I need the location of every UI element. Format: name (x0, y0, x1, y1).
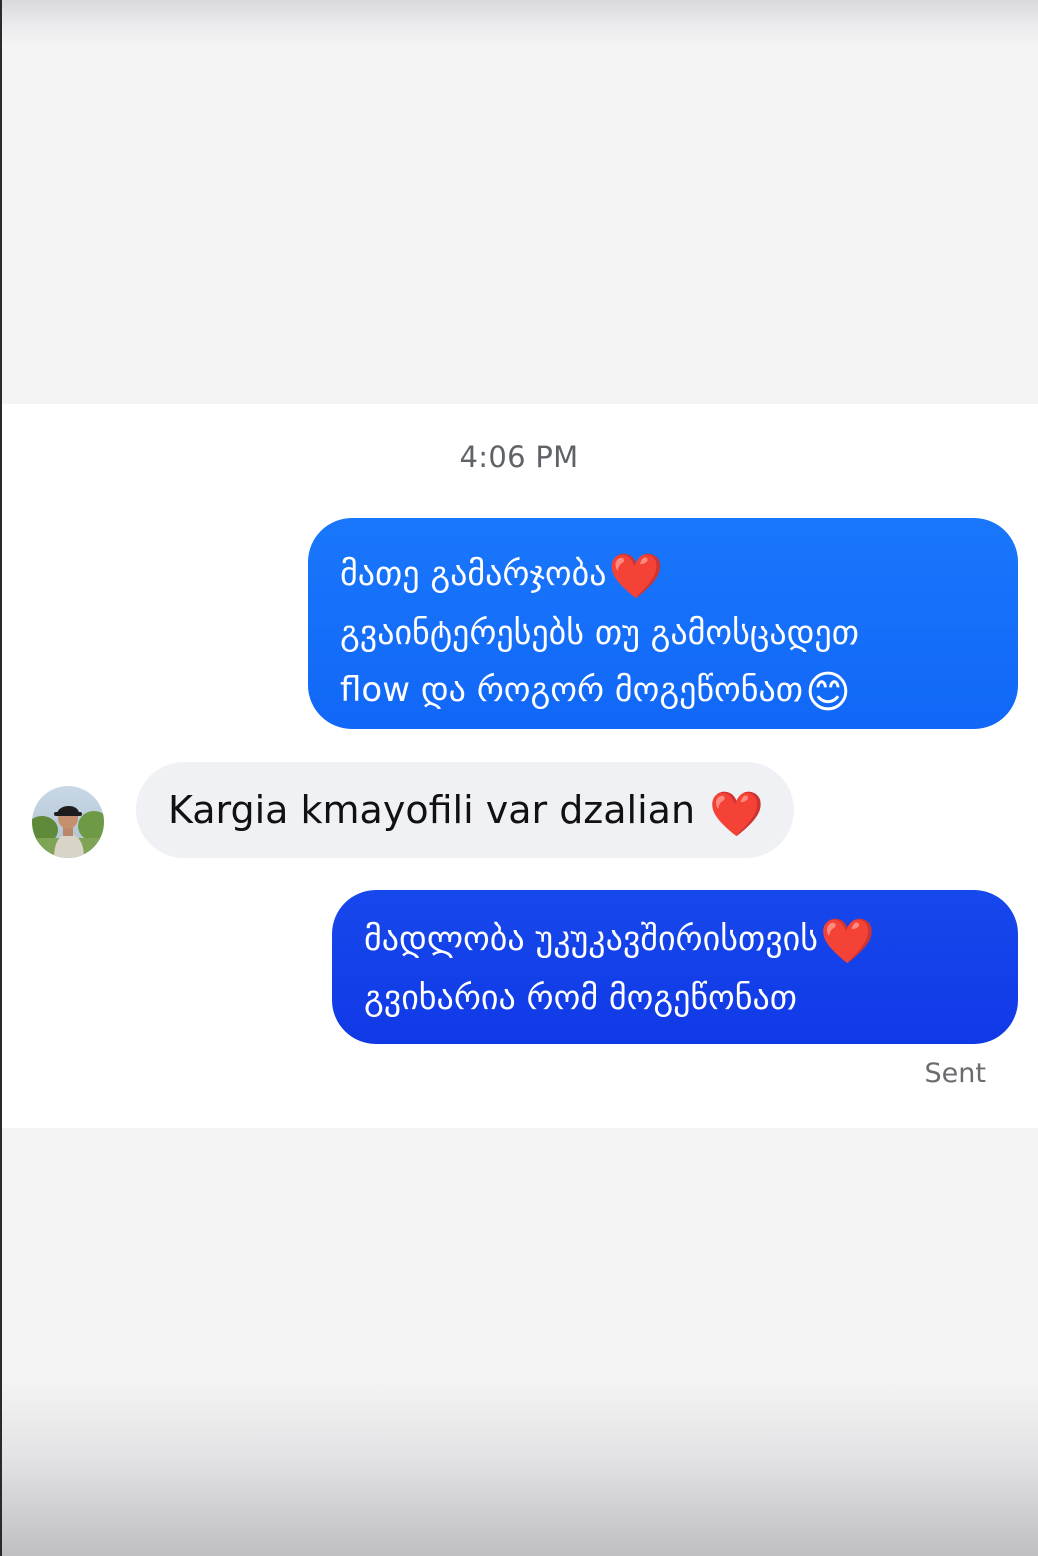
message-text: Kargia kmayofili var dzalian (168, 788, 696, 832)
message-text: მათე გამარჯობა (340, 554, 607, 594)
message-text: მადლობა უკუკავშირისთვის (364, 919, 818, 959)
heart-emoji-icon: ❤️ (709, 789, 764, 840)
user-photo-avatar-icon (32, 786, 104, 858)
heart-emoji-icon: ❤️ (608, 551, 664, 602)
contact-avatar[interactable] (32, 786, 104, 858)
top-shade (0, 0, 1038, 48)
message-line: flow და როგორ მოგეწონათ😊 (340, 662, 998, 721)
outgoing-message-bubble[interactable]: მათე გამარჯობა❤️ გვაინტერესებს თუ გამოსც… (308, 518, 1018, 729)
message-text: გვიხარია რომ მოგეწონათ (364, 978, 798, 1018)
message-text: გვაინტერესებს თუ გამოსცადეთ (340, 613, 859, 653)
message-line: მათე გამარჯობა❤️ (340, 546, 998, 605)
smiling-face-emoji-icon: 😊 (804, 667, 851, 718)
message-text: flow და როგორ მოგეწონათ (340, 670, 803, 710)
message-line: მადლობა უკუკავშირისთვის❤️ (364, 911, 998, 970)
outgoing-message-bubble[interactable]: მადლობა უკუკავშირისთვის❤️ გვიხარია რომ მ… (332, 890, 1018, 1044)
bottom-shade (0, 1380, 1038, 1556)
message-status-label: Sent (924, 1058, 986, 1089)
incoming-message-bubble[interactable]: Kargia kmayofili var dzalian ❤️ (136, 762, 794, 858)
message-timestamp: 4:06 PM (459, 440, 579, 474)
heart-emoji-icon: ❤️ (820, 916, 875, 967)
